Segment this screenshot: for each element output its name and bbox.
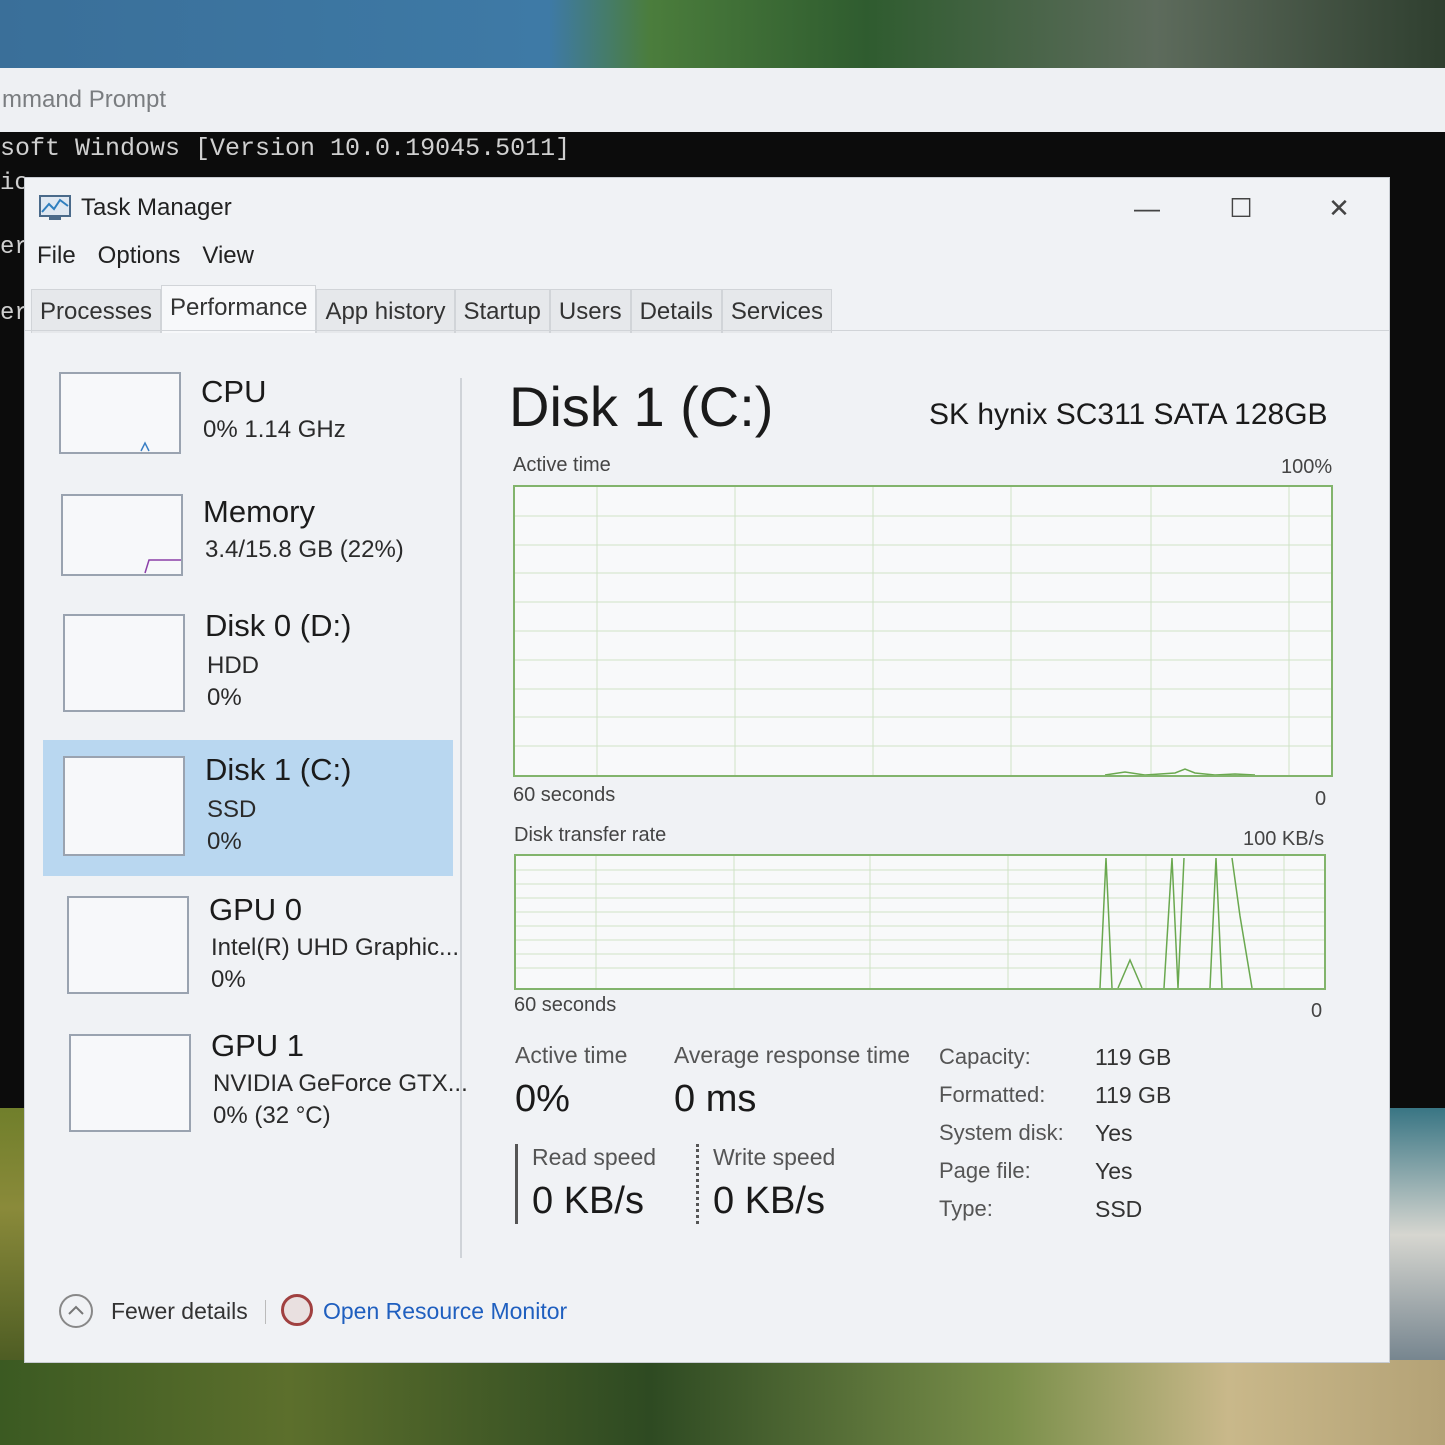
- sidebar-item-detail: 3.4/15.8 GB (22%): [205, 536, 404, 563]
- capacity-label: Capacity:: [939, 1044, 1031, 1069]
- read-speed-marker: [515, 1144, 518, 1224]
- system-disk-value: Yes: [1095, 1120, 1133, 1146]
- disk-title: Disk 1 (C:): [509, 375, 774, 438]
- sidebar-item-name: GPU 0: [209, 892, 303, 927]
- window-title: Task Manager: [81, 194, 232, 221]
- sidebar-item-gpu-0[interactable]: GPU 0 Intel(R) UHD Graphic... 0%: [43, 886, 459, 1014]
- sidebar-item-usage: 0%: [207, 828, 242, 855]
- active-time-graph-min: 0: [1315, 788, 1327, 810]
- transfer-rate-graph-label: Disk transfer rate: [514, 824, 667, 846]
- disk-model: SK hynix SC311 SATA 128GB: [929, 398, 1328, 431]
- menu-file[interactable]: File: [37, 242, 76, 276]
- sidebar-item-model: Intel(R) UHD Graphic...: [211, 934, 460, 961]
- resource-list: CPU 0% 1.14 GHz Memory 3.4/15.8 GB (22%)…: [43, 354, 468, 1234]
- sidebar-splitter[interactable]: [460, 378, 462, 1258]
- sidebar-item-name: CPU: [201, 374, 267, 409]
- desktop-wallpaper-bottom: [0, 1360, 1445, 1445]
- minimize-button[interactable]: —: [1117, 188, 1177, 228]
- transfer-rate-graph-max: 100 KB/s: [1243, 828, 1325, 850]
- tab-bar: Processes Performance App history Startu…: [31, 285, 832, 333]
- transfer-rate-graph-min: 0: [1311, 1000, 1323, 1022]
- sidebar-item-gpu-1[interactable]: GPU 1 NVIDIA GeForce GTX... 0% (32 °C): [43, 1022, 468, 1150]
- gpu-0-thumbnail-graph: [67, 896, 189, 994]
- write-speed-label: Write speed: [713, 1144, 836, 1170]
- transfer-rate-graph: [514, 854, 1326, 990]
- desktop-wallpaper-top: [0, 0, 1445, 70]
- close-button[interactable]: ✕: [1309, 188, 1369, 228]
- fewer-details-button[interactable]: Fewer details: [111, 1298, 248, 1325]
- task-manager-icon: [39, 195, 71, 220]
- avg-response-value: 0 ms: [674, 1078, 757, 1120]
- read-speed-label: Read speed: [532, 1144, 657, 1170]
- active-time-graph-plot: [515, 487, 1331, 775]
- sidebar-item-disk-0[interactable]: Disk 0 (D:) HDD 0%: [43, 600, 453, 728]
- sidebar-item-detail: 0% 1.14 GHz: [203, 416, 346, 443]
- type-value: SSD: [1095, 1196, 1143, 1222]
- menu-view[interactable]: View: [202, 242, 254, 276]
- sidebar-item-name: Memory: [203, 494, 315, 529]
- avg-response-label: Average response time: [674, 1042, 911, 1068]
- sidebar-item-name: GPU 1: [211, 1028, 305, 1063]
- gpu-1-thumbnail-graph: [69, 1034, 191, 1132]
- active-time-value: 0%: [515, 1078, 570, 1120]
- sidebar-item-cpu[interactable]: CPU 0% 1.14 GHz: [43, 362, 453, 472]
- tab-users[interactable]: Users: [549, 289, 631, 333]
- resource-monitor-icon[interactable]: [281, 1294, 313, 1326]
- maximize-button[interactable]: ☐: [1211, 188, 1271, 228]
- write-speed-value: 0 KB/s: [713, 1180, 825, 1222]
- sidebar-item-type: SSD: [207, 796, 257, 823]
- sidebar-item-model: NVIDIA GeForce GTX...: [213, 1070, 468, 1097]
- active-time-graph-max: 100%: [1281, 456, 1333, 478]
- sidebar-item-name: Disk 1 (C:): [205, 752, 352, 787]
- sidebar-item-usage: 0% (32 °C): [213, 1102, 331, 1129]
- active-time-label: Active time: [515, 1042, 628, 1068]
- sidebar-item-disk-1[interactable]: Disk 1 (C:) SSD 0%: [43, 740, 453, 876]
- task-manager-window[interactable]: Task Manager — ☐ ✕ File Options View Pro…: [24, 177, 1390, 1363]
- type-label: Type:: [939, 1196, 993, 1221]
- formatted-value: 119 GB: [1095, 1082, 1172, 1108]
- cpu-thumbnail-graph: [59, 372, 181, 454]
- active-time-graph-label: Active time: [513, 454, 611, 476]
- tab-divider: [25, 330, 1389, 331]
- tab-startup[interactable]: Startup: [454, 289, 550, 333]
- transfer-rate-graph-duration: 60 seconds: [514, 994, 617, 1016]
- system-disk-label: System disk:: [939, 1120, 1064, 1145]
- transfer-rate-graph-plot: [516, 856, 1324, 988]
- tab-app-history[interactable]: App history: [316, 289, 455, 333]
- menu-options[interactable]: Options: [98, 242, 181, 276]
- command-prompt-title: mmand Prompt: [0, 68, 1445, 132]
- chevron-up-icon[interactable]: [59, 1294, 93, 1328]
- active-time-graph: [513, 485, 1333, 777]
- active-time-graph-duration: 60 seconds: [513, 784, 616, 806]
- disk-1-thumbnail-graph: [63, 756, 185, 856]
- page-file-label: Page file:: [939, 1158, 1031, 1183]
- sidebar-item-name: Disk 0 (D:): [205, 608, 352, 643]
- tab-details[interactable]: Details: [630, 289, 722, 333]
- capacity-value: 119 GB: [1095, 1044, 1172, 1070]
- read-speed-value: 0 KB/s: [532, 1180, 644, 1222]
- open-resource-monitor-link[interactable]: Open Resource Monitor: [323, 1298, 567, 1325]
- formatted-label: Formatted:: [939, 1082, 1046, 1107]
- tab-services[interactable]: Services: [721, 289, 832, 333]
- sidebar-item-memory[interactable]: Memory 3.4/15.8 GB (22%): [43, 482, 453, 594]
- sidebar-item-usage: 0%: [207, 684, 242, 711]
- title-bar[interactable]: Task Manager — ☐ ✕: [25, 178, 1389, 238]
- memory-thumbnail-graph: [61, 494, 183, 576]
- menu-bar: File Options View: [37, 242, 254, 276]
- write-speed-marker: [696, 1144, 699, 1224]
- disk-0-thumbnail-graph: [63, 614, 185, 712]
- page-file-value: Yes: [1095, 1158, 1133, 1184]
- sidebar-item-usage: 0%: [211, 966, 246, 993]
- footer-divider: [265, 1300, 266, 1324]
- tab-processes[interactable]: Processes: [31, 289, 162, 333]
- sidebar-item-type: HDD: [207, 652, 259, 679]
- command-prompt-version-line: soft Windows [Version 10.0.19045.5011]: [0, 134, 571, 163]
- tab-performance[interactable]: Performance: [161, 285, 317, 333]
